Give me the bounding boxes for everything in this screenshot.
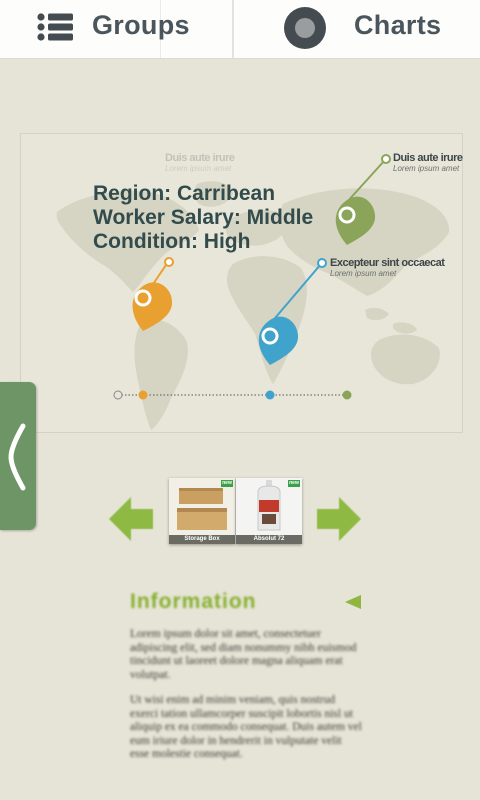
tab-charts-label: Charts: [354, 10, 442, 40]
pin-title: Excepteur sint occaecat: [330, 257, 445, 269]
pin-title: Duis aute irure: [165, 152, 235, 164]
pin-label-blue: Excepteur sint occaecat Lorem ipsum amet: [330, 257, 445, 278]
carousel-item[interactable]: new Storage Box: [169, 478, 235, 544]
carousel-item-caption: Absolut 72: [236, 535, 302, 544]
record-icon: [284, 7, 326, 49]
new-badge: new: [288, 480, 300, 487]
new-badge: new: [221, 480, 233, 487]
pin-subtitle: Lorem ipsum amet: [330, 269, 397, 278]
arrow-right-button[interactable]: [312, 490, 364, 546]
side-drawer-handle[interactable]: [0, 382, 36, 530]
tab-groups[interactable]: Groups: [0, 0, 232, 58]
arrow-left-button[interactable]: [104, 490, 156, 546]
tab-charts[interactable]: Charts: [234, 0, 480, 58]
chevron-left-icon: [8, 423, 26, 491]
collapse-triangle-icon[interactable]: [344, 594, 362, 610]
information-paragraph: Ut wisi enim ad minim veniam, quis nostr…: [130, 694, 362, 760]
tab-groups-label: Groups: [92, 10, 190, 40]
list-icon: [37, 13, 73, 41]
world-map-card: Region: Carribean Worker Salary: Middle …: [20, 133, 463, 433]
worker-salary-label: Worker Salary: Middle: [93, 206, 314, 229]
pin-label-green: Duis aute irure Lorem ipsum amet: [393, 152, 463, 173]
pin-subtitle: Lorem ipsum amet: [393, 164, 460, 173]
information-body: Lorem ipsum dolor sit amet, consectetuer…: [130, 628, 362, 800]
tab-bar: Groups Charts: [0, 0, 480, 59]
information-heading: Information: [130, 590, 257, 613]
world-map: [56, 154, 450, 430]
pin-label-faded: Duis aute irure Lorem ipsum amet: [165, 152, 235, 173]
pin-title: Duis aute irure: [393, 152, 463, 164]
carousel-item[interactable]: new Absolut 72: [236, 478, 302, 544]
region-label: Region: Carribean: [93, 182, 276, 205]
information-paragraph: Lorem ipsum dolor sit amet, consectetuer…: [130, 628, 357, 681]
condition-label: Condition: High: [93, 230, 251, 253]
region-info: Region: Carribean Worker Salary: Middle …: [93, 182, 313, 254]
pin-subtitle: Lorem ipsum amet: [165, 164, 232, 173]
carousel-item-caption: Storage Box: [169, 535, 235, 544]
